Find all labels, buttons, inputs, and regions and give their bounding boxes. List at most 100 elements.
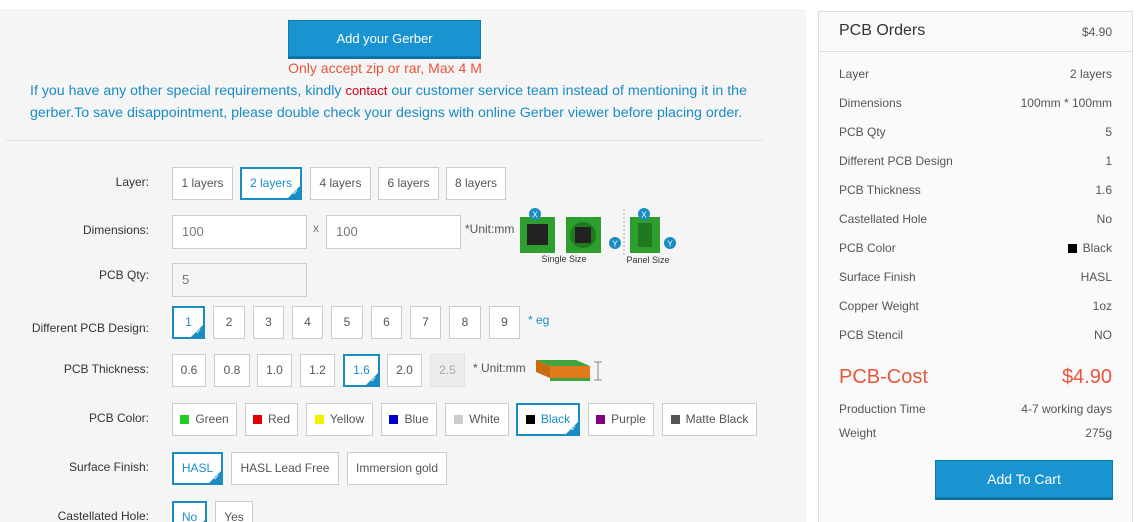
color-option-purple[interactable]: Purple	[588, 403, 654, 436]
color-option-blue[interactable]: Blue	[381, 403, 437, 436]
svg-text:X: X	[641, 211, 647, 220]
single-size-board-icon	[520, 217, 601, 253]
dimension-unit: *Unit:mm	[465, 222, 515, 236]
yellow-swatch	[314, 415, 324, 424]
design-option-4[interactable]: 4	[292, 306, 323, 339]
thickness-option-2.5: 2.5	[430, 354, 465, 387]
thickness-option-1.2[interactable]: 1.2	[300, 354, 335, 387]
thickness-option-0.8[interactable]: 0.8	[214, 354, 250, 387]
thickness-option-0.6[interactable]: 0.6	[172, 354, 206, 387]
requirements-info: If you have any other special requiremen…	[30, 83, 747, 121]
castellated-label: Castellated Hole:	[57, 509, 149, 522]
finish-option-hasl[interactable]: HASL ✓	[172, 452, 223, 485]
svg-text:Y: Y	[612, 240, 618, 249]
add-to-cart-button[interactable]: Add To Cart	[935, 460, 1113, 498]
design-option-3[interactable]: 3	[253, 306, 284, 339]
layer-option-8[interactable]: 8 layers	[446, 167, 506, 200]
qty-label: PCB Qty:	[98, 268, 149, 282]
thickness-option-2.0[interactable]: 2.0	[387, 354, 422, 387]
designs-eg-link[interactable]: * eg	[528, 313, 549, 327]
summary-row-qty: PCB Qty 5	[839, 125, 1112, 139]
layer-label: Layer:	[115, 175, 149, 189]
thickness-option-1.0[interactable]: 1.0	[257, 354, 292, 387]
summary-row-finish: Surface Finish HASL	[839, 270, 1112, 284]
layer-option-4[interactable]: 4 layers	[310, 167, 371, 200]
order-summary-panel: PCB Orders $4.90 Layer 2 layers Dimension…	[818, 11, 1133, 522]
order-summary-header: PCB Orders $4.90	[819, 12, 1132, 52]
color-option-matte-black[interactable]: Matte Black	[662, 403, 757, 436]
thickness-illustration-icon	[536, 360, 602, 381]
single-size-caption: Single Size	[541, 254, 586, 264]
layer-option-6[interactable]: 6 layers	[378, 167, 439, 200]
white-swatch	[454, 415, 464, 424]
pcb-cost-value: $4.90	[1061, 366, 1112, 388]
summary-row-layer: Layer 2 layers	[839, 67, 1112, 81]
black-swatch	[1067, 244, 1077, 253]
summary-row-designs: Different PCB Design 1	[839, 154, 1112, 168]
matte-black-swatch	[670, 415, 680, 424]
check-icon: ✓	[370, 375, 377, 384]
black-swatch	[525, 415, 535, 424]
summary-row-dimensions: Dimensions 100mm * 100mm	[839, 96, 1112, 110]
pcb-config-panel: Add your Gerber Only accept zip or rar, …	[0, 9, 806, 522]
design-option-7[interactable]: 7	[410, 306, 441, 339]
color-option-green[interactable]: Green	[172, 403, 237, 436]
castellated-option-no[interactable]: No✓	[172, 501, 207, 522]
finish-option-immersion-gold[interactable]: Immersion gold	[347, 452, 447, 485]
dimension-x-input[interactable]: 100	[172, 215, 307, 249]
color-option-yellow[interactable]: Yellow	[306, 403, 373, 436]
design-option-1[interactable]: 1 ✓	[172, 306, 205, 339]
svg-text:Y: Y	[667, 240, 673, 249]
summary-row-color: PCB Color Black	[839, 241, 1112, 255]
finish-option-hasl-lead-free[interactable]: HASL Lead Free	[231, 452, 339, 485]
panel-x-marker-icon: X	[638, 208, 650, 220]
blue-swatch	[389, 415, 399, 424]
summary-row-production: Production Time 4-7 working days	[839, 402, 1112, 416]
green-swatch	[180, 415, 190, 424]
dimension-y-input[interactable]: 100	[326, 215, 461, 249]
red-swatch	[252, 415, 262, 424]
design-option-2[interactable]: 2	[213, 306, 245, 339]
summary-row-copper: Copper Weight 1oz	[839, 299, 1112, 313]
castellated-option-yes[interactable]: Yes	[215, 501, 253, 522]
color-option-black[interactable]: Black ✓	[516, 403, 580, 436]
summary-row-castellated: Castellated Hole No	[839, 212, 1112, 226]
layer-option-1[interactable]: 1 layers	[172, 167, 233, 200]
svg-text:X: X	[532, 211, 538, 220]
color-option-white[interactable]: White	[445, 403, 509, 436]
x-marker-icon: X	[529, 208, 541, 220]
thickness-option-1.6[interactable]: 1.6 ✓	[343, 354, 380, 387]
designs-label: Different PCB Design:	[31, 321, 149, 335]
panel-size-caption: Panel Size	[626, 255, 669, 264]
finish-label: Surface Finish:	[68, 460, 149, 474]
summary-row-stencil: PCB Stencil NO	[839, 328, 1112, 342]
check-icon: ✓	[195, 327, 202, 336]
pcb-cost: PCB-Cost $4.90	[839, 366, 1112, 388]
check-icon: ✓	[570, 424, 577, 433]
add-gerber-button[interactable]: Add your Gerber	[288, 20, 481, 57]
dimensions-label: Dimensions:	[82, 223, 149, 237]
design-option-8[interactable]: 8	[449, 306, 481, 339]
order-summary-title: PCB Orders	[839, 22, 926, 39]
y-marker-icon: Y	[609, 237, 621, 249]
order-summary-price: $4.90	[1081, 25, 1112, 39]
dimension-separator: x	[313, 221, 319, 235]
panel-y-marker-icon: Y	[664, 237, 676, 249]
check-icon: ✓	[292, 188, 299, 197]
design-option-6[interactable]: 6	[371, 306, 402, 339]
qty-input[interactable]: 5	[172, 263, 307, 297]
design-option-5[interactable]: 5	[331, 306, 363, 339]
layer-option-2[interactable]: 2 layers ✓	[240, 167, 302, 200]
thickness-label: PCB Thickness:	[63, 362, 149, 376]
design-option-9[interactable]: 9	[489, 306, 520, 339]
purple-swatch	[596, 415, 606, 424]
upload-note: Only accept zip or rar, Max 4 M	[288, 60, 482, 76]
panel-size-board-icon	[630, 217, 660, 253]
contact-link[interactable]: contact	[345, 83, 387, 98]
divider	[6, 140, 764, 141]
summary-row-weight: Weight 275g	[839, 426, 1112, 440]
color-label: PCB Color:	[88, 411, 149, 425]
thickness-unit: * Unit:mm	[473, 361, 526, 375]
check-icon: ✓	[213, 473, 220, 482]
color-option-red[interactable]: Red	[245, 403, 298, 436]
